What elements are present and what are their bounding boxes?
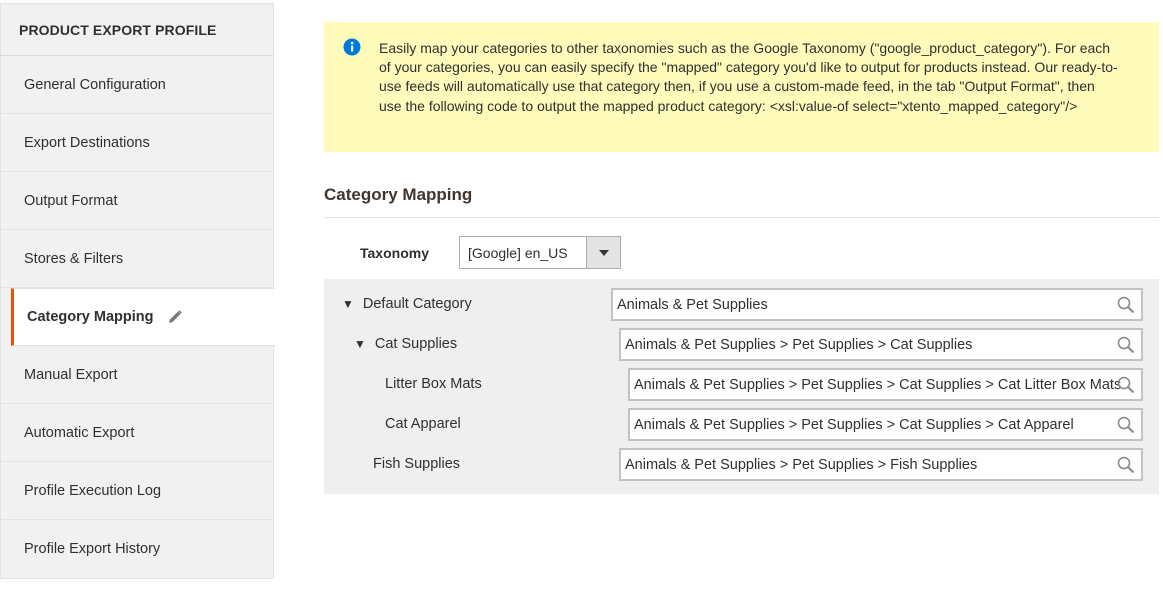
sidebar-item-label: Export Destinations bbox=[24, 134, 150, 151]
sidebar-item-label: General Configuration bbox=[24, 76, 166, 93]
search-icon[interactable] bbox=[1117, 376, 1135, 394]
sidebar-nav: General Configuration Export Destination… bbox=[0, 56, 275, 579]
mapped-category-value: Animals & Pet Supplies > Pet Supplies > … bbox=[634, 416, 1074, 433]
sidebar-item-category-mapping[interactable]: Category Mapping bbox=[11, 288, 275, 346]
info-icon bbox=[343, 38, 361, 56]
sidebar-item-stores-filters[interactable]: Stores & Filters bbox=[1, 230, 273, 288]
tree-node-label[interactable]: Cat Apparel bbox=[385, 416, 461, 432]
sidebar-item-general-configuration[interactable]: General Configuration bbox=[1, 56, 273, 114]
taxonomy-select-value: [Google] en_US bbox=[468, 244, 568, 261]
mapped-category-value: Animals & Pet Supplies > Pet Supplies > … bbox=[625, 456, 978, 473]
tree-node-text: Default Category bbox=[362, 296, 472, 312]
mapped-category-value: Animals & Pet Supplies > Pet Supplies > … bbox=[625, 336, 973, 353]
collapse-toggle-icon[interactable]: ▼ bbox=[342, 297, 354, 311]
sidebar-item-label: Profile Execution Log bbox=[24, 482, 162, 499]
tree-row: Litter Box Mats bbox=[385, 367, 482, 401]
info-notice: Easily map your categories to other taxo… bbox=[324, 22, 1159, 152]
sidebar-item-label: Manual Export bbox=[24, 366, 118, 383]
sidebar-title: PRODUCT EXPORT PROFILE bbox=[0, 3, 274, 56]
sidebar-item-label: Stores & Filters bbox=[24, 250, 124, 267]
sidebar-item-label: Automatic Export bbox=[24, 424, 135, 441]
collapse-toggle-icon[interactable]: ▼ bbox=[354, 337, 366, 351]
section-title: Category Mapping bbox=[324, 185, 473, 204]
sidebar-item-profile-execution-log[interactable]: Profile Execution Log bbox=[1, 462, 273, 520]
mapped-category-input[interactable]: Animals & Pet Supplies > Pet Supplies > … bbox=[619, 448, 1143, 481]
sidebar-item-label: Category Mapping bbox=[27, 309, 154, 325]
sidebar-item-automatic-export[interactable]: Automatic Export bbox=[1, 404, 273, 462]
search-icon[interactable] bbox=[1117, 296, 1135, 314]
category-tree: ▼ Default Category Animals & Pet Supplies… bbox=[324, 279, 1159, 494]
tree-row: Fish Supplies bbox=[373, 447, 460, 481]
tree-row: ▼ Cat Supplies bbox=[354, 327, 457, 361]
sidebar-item-export-destinations[interactable]: Export Destinations bbox=[1, 114, 273, 172]
tree-node-label[interactable]: Litter Box Mats bbox=[385, 376, 482, 392]
section-divider bbox=[324, 217, 1159, 218]
tree-row: ▼ Default Category bbox=[342, 287, 472, 321]
mapped-category-input[interactable]: Animals & Pet Supplies > Pet Supplies > … bbox=[628, 368, 1143, 401]
taxonomy-select[interactable]: [Google] en_US bbox=[459, 236, 621, 269]
tree-node-text: Litter Box Mats bbox=[385, 376, 482, 392]
mapped-category-input[interactable]: Animals & Pet Supplies bbox=[611, 288, 1143, 321]
sidebar-item-output-format[interactable]: Output Format bbox=[1, 172, 273, 230]
pencil-icon bbox=[167, 309, 183, 325]
sidebar-item-label: Output Format bbox=[24, 192, 118, 209]
tree-node-label[interactable]: Fish Supplies bbox=[373, 456, 460, 472]
tree-node-text: Cat Apparel bbox=[385, 416, 461, 432]
sidebar-item-profile-export-history[interactable]: Profile Export History bbox=[1, 520, 273, 578]
taxonomy-label: Taxonomy bbox=[360, 245, 429, 261]
search-icon[interactable] bbox=[1117, 416, 1135, 434]
sidebar: PRODUCT EXPORT PROFILE General Configura… bbox=[0, 3, 275, 601]
mapped-category-input[interactable]: Animals & Pet Supplies > Pet Supplies > … bbox=[628, 408, 1143, 441]
sidebar-item-manual-export[interactable]: Manual Export bbox=[1, 346, 273, 404]
tree-row: Cat Apparel bbox=[385, 407, 461, 441]
search-icon[interactable] bbox=[1117, 336, 1135, 354]
tree-node-text: Cat Supplies bbox=[374, 336, 458, 352]
tree-node-text: Fish Supplies bbox=[373, 456, 461, 472]
mapped-category-input[interactable]: Animals & Pet Supplies > Pet Supplies > … bbox=[619, 328, 1143, 361]
tree-node-label[interactable]: ▼ Cat Supplies bbox=[354, 336, 457, 352]
sidebar-item-label: Profile Export History bbox=[24, 541, 161, 557]
mapped-category-value: Animals & Pet Supplies > Pet Supplies > … bbox=[634, 376, 1122, 393]
chevron-down-icon[interactable] bbox=[586, 237, 620, 268]
search-icon[interactable] bbox=[1117, 456, 1135, 474]
mapped-category-value: Animals & Pet Supplies bbox=[617, 296, 768, 313]
tree-node-label[interactable]: ▼ Default Category bbox=[342, 296, 472, 312]
notice-text: Easily map your categories to other taxo… bbox=[379, 40, 1118, 114]
